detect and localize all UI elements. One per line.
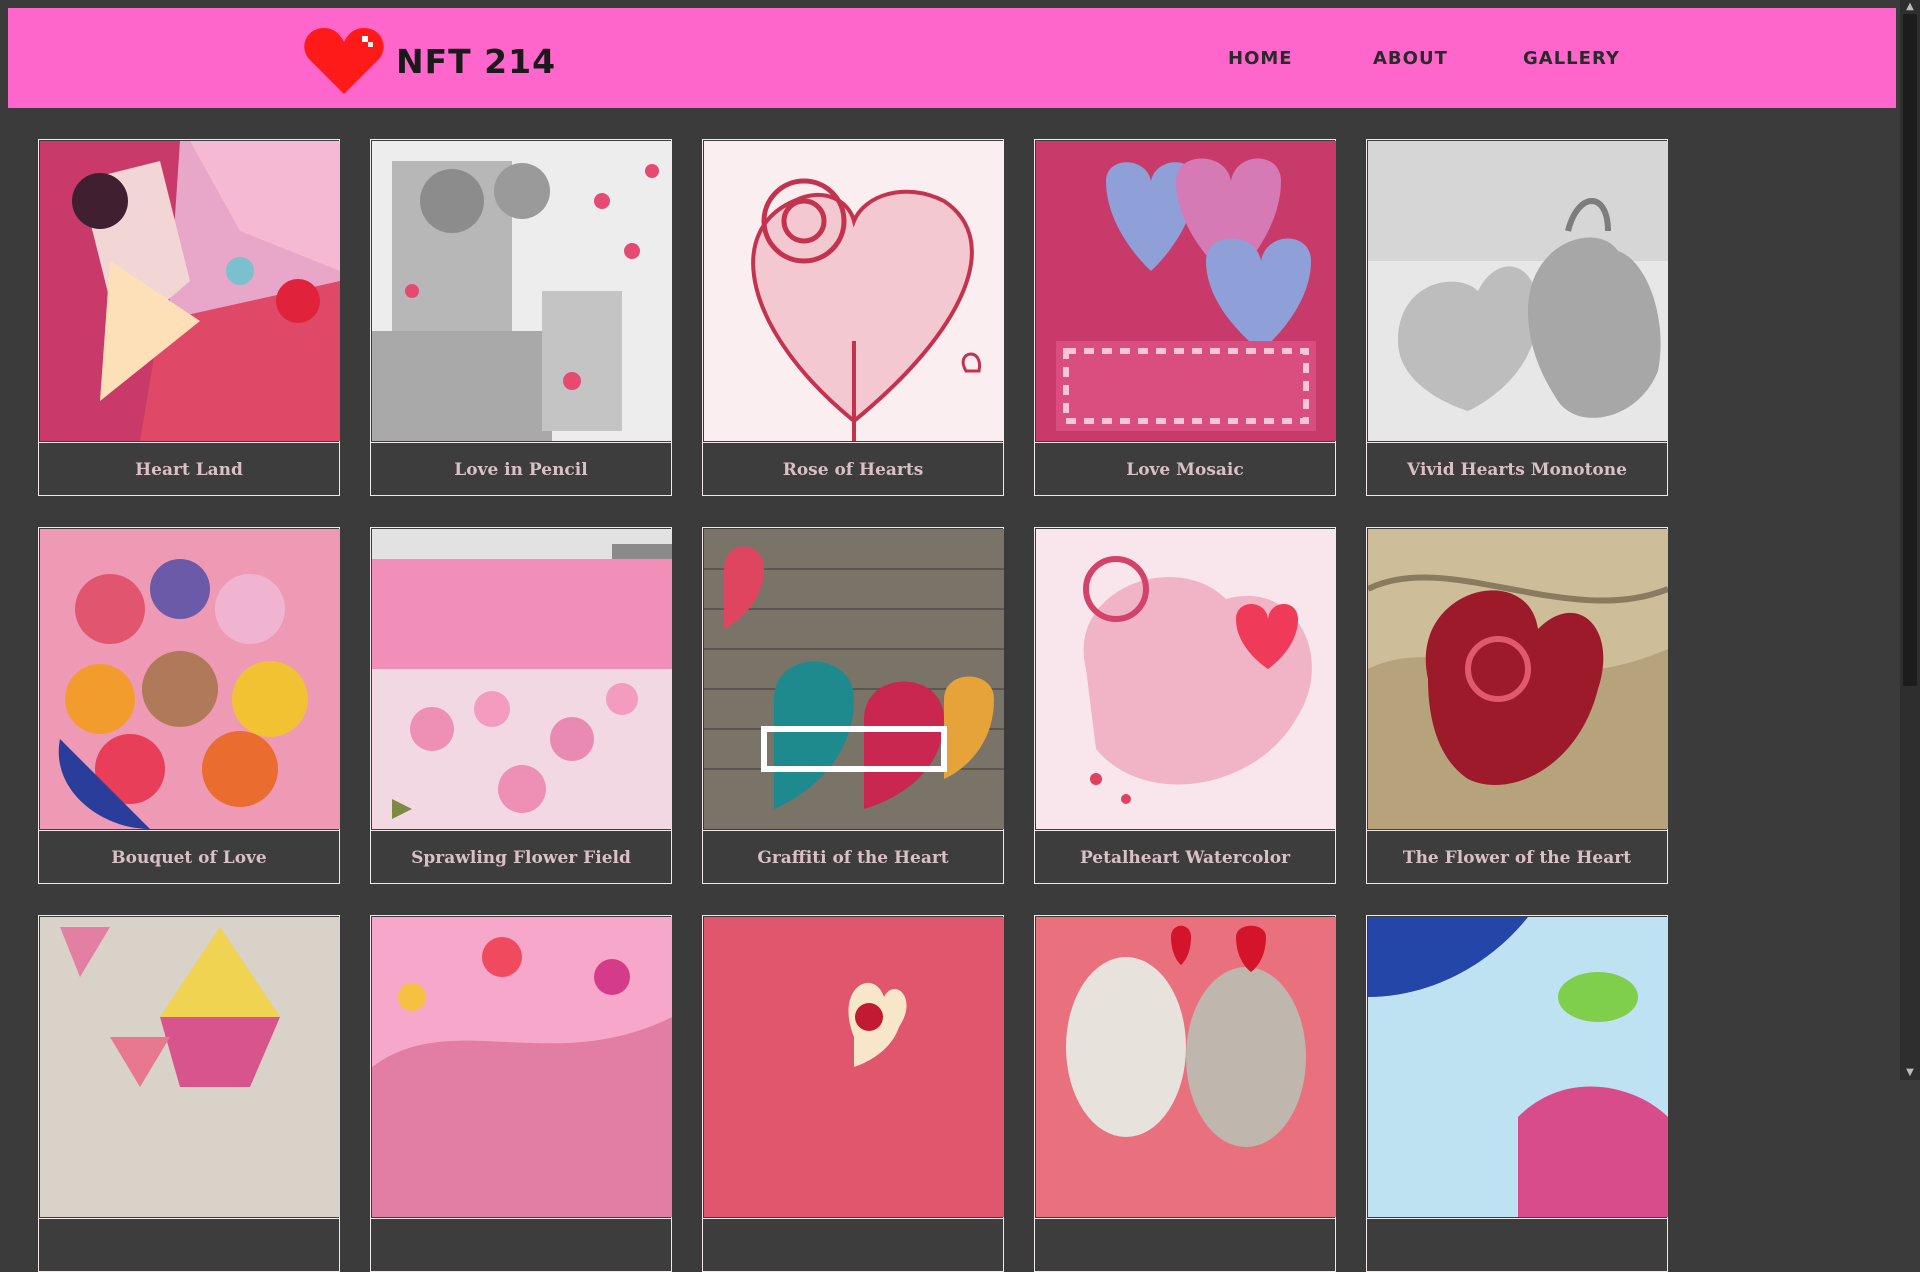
gallery-card[interactable]: Petalheart Watercolor [1034,527,1336,884]
scrollbar-thumb[interactable] [1903,14,1917,686]
artwork-title [703,1218,1003,1272]
site-logo[interactable]: NFT 214 [302,24,556,98]
heart-icon [304,28,384,94]
artwork-image[interactable] [1036,529,1336,829]
scroll-down-arrow-icon[interactable]: ▼ [1900,1066,1920,1080]
artwork-image[interactable] [1036,917,1336,1217]
artwork-image[interactable] [704,917,1004,1217]
window-top-strip [0,0,1900,8]
artwork-title: The Flower of the Heart [1367,830,1667,884]
artwork-title [1035,1218,1335,1272]
scroll-up-arrow-icon[interactable]: ▲ [1900,0,1920,14]
artwork-title: Vivid Hearts Monotone [1367,442,1667,496]
gallery-card[interactable]: Rose of Hearts [702,139,1004,496]
artwork-title: Bouquet of Love [39,830,339,884]
artwork-title [39,1218,339,1272]
artwork-title: Petalheart Watercolor [1035,830,1335,884]
artwork-image[interactable] [40,141,340,441]
gallery-card[interactable]: Heart Land [38,139,340,496]
artwork-title [371,1218,671,1272]
artwork-title: Rose of Hearts [703,442,1003,496]
site-header: NFT 214 HOME ABOUT GALLERY [8,8,1896,108]
nav-about[interactable]: ABOUT [1373,48,1448,69]
artwork-image[interactable] [1368,141,1668,441]
nav-home[interactable]: HOME [1228,48,1293,69]
gallery-card[interactable]: Bouquet of Love [38,527,340,884]
site-title[interactable]: NFT 214 [396,42,556,81]
artwork-image[interactable] [704,529,1004,829]
gallery-card[interactable] [38,915,340,1272]
gallery-card[interactable]: The Flower of the Heart [1366,527,1668,884]
artwork-title [1367,1218,1667,1272]
vertical-scrollbar[interactable]: ▲ ▼ [1900,0,1920,1080]
gallery-card[interactable]: Graffiti of the Heart [702,527,1004,884]
gallery-card[interactable] [1034,915,1336,1272]
artwork-title: Sprawling Flower Field [371,830,671,884]
gallery-card[interactable]: Love Mosaic [1034,139,1336,496]
artwork-title: Graffiti of the Heart [703,830,1003,884]
artwork-image[interactable] [1368,917,1668,1217]
gallery-card[interactable]: Sprawling Flower Field [370,527,672,884]
artwork-image[interactable] [372,917,672,1217]
artwork-image[interactable] [1368,529,1668,829]
artwork-image[interactable] [1036,141,1336,441]
artwork-image[interactable] [372,141,672,441]
gallery-card[interactable]: Vivid Hearts Monotone [1366,139,1668,496]
nav-gallery[interactable]: GALLERY [1523,48,1620,69]
artwork-image[interactable] [704,141,1004,441]
gallery-card[interactable]: Love in Pencil [370,139,672,496]
artwork-image[interactable] [40,917,340,1217]
gallery-card[interactable] [1366,915,1668,1272]
artwork-title: Love in Pencil [371,442,671,496]
artwork-title: Heart Land [39,442,339,496]
artwork-title: Love Mosaic [1035,442,1335,496]
artwork-image[interactable] [372,529,672,829]
artwork-image[interactable] [40,529,340,829]
gallery-card[interactable] [370,915,672,1272]
gallery-card[interactable] [702,915,1004,1272]
